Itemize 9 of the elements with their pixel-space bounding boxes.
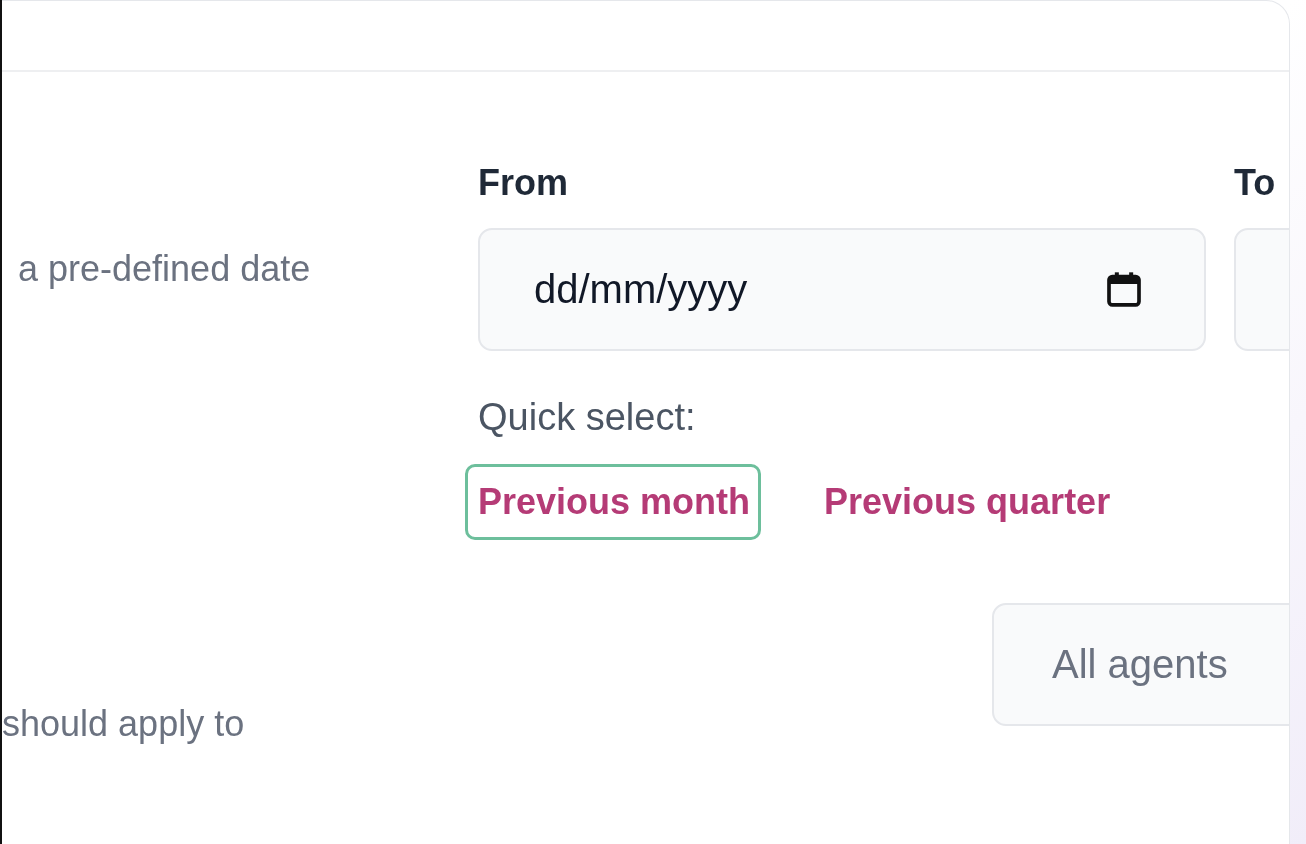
quick-select-label: Quick select: (478, 395, 697, 440)
field-label: From (478, 161, 568, 205)
quick-select-link[interactable]: Previous quarter (811, 464, 1122, 540)
quick-select-link[interactable]: Previous month (465, 464, 762, 540)
agent-select[interactable]: All agents (992, 603, 1289, 726)
field-description: a pre-defined date (18, 248, 311, 289)
field-label: To (1234, 161, 1276, 205)
field-description: should apply to (2, 703, 245, 744)
date-field[interactable]: dd/mm/yyyy (478, 228, 1206, 351)
